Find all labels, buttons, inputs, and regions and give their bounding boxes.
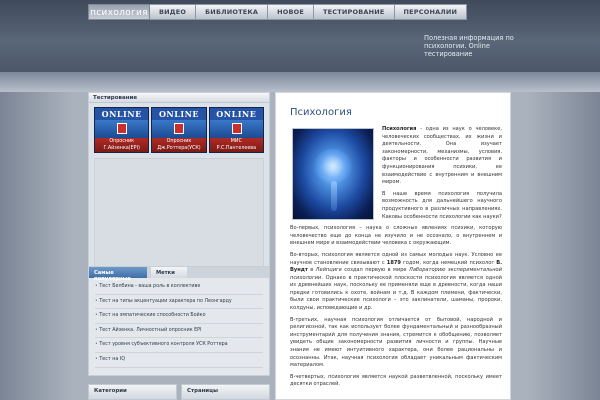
badge-image	[95, 120, 149, 138]
pages-title: Страницы	[181, 384, 270, 400]
page-body: Тестирование ONLINE Опросник Г.Айзенка(E…	[0, 92, 600, 400]
list-item[interactable]: Тест на IQ	[95, 353, 263, 368]
paragraph-text: в	[307, 267, 316, 274]
test-badges: ONLINE Опросник Г.Айзенка(EPI) ONLINE Оп…	[89, 103, 269, 156]
nav-new[interactable]: НОВОЕ	[268, 4, 314, 20]
tab-tags[interactable]: Метки	[151, 267, 187, 278]
badge-eysenck[interactable]: ONLINE Опросник Г.Айзенка(EPI)	[94, 107, 150, 153]
badge-rotter[interactable]: ONLINE Опросник Дж.Роттера(УСК)	[151, 107, 207, 153]
paragraph-text: годом, когда немецкий психолог	[400, 259, 497, 266]
tab-bar: Самые популярные Метки	[89, 267, 269, 282]
list-item[interactable]: Тест Белбина - ваша роль в коллективе	[95, 280, 263, 295]
paragraph-5: В-третьих, научная психология отличается…	[290, 316, 502, 369]
article-title: Психология	[290, 107, 352, 118]
brain-image	[292, 128, 374, 220]
paragraph-6: В-четвертых, психология является наукой …	[290, 373, 502, 388]
site-logo[interactable]: психология	[88, 4, 150, 20]
paragraph-text: . Однако в практической плоскости психол…	[290, 274, 502, 312]
brain-stem	[331, 181, 337, 211]
tab-popular[interactable]: Самые популярные	[89, 267, 147, 282]
list-item[interactable]: Тест уровня субъективного контроля УСК Р…	[95, 338, 263, 353]
nav-persons[interactable]: ПЕРСОНАЛИИ	[394, 4, 468, 20]
badge-caption-line2: Дж.Роттера(УСК)	[157, 145, 201, 151]
badge-image	[152, 120, 206, 138]
badge-online-label: ONLINE	[95, 108, 149, 120]
badge-online-label: ONLINE	[152, 108, 206, 120]
site-tagline: Полезная информация по психологии. Onlin…	[424, 34, 514, 58]
badge-caption: МИС Р.С.Пантелеева	[209, 138, 263, 152]
popular-list: Тест Белбина - ваша роль в коллективе Те…	[89, 278, 269, 370]
badge-panteleev[interactable]: ONLINE МИС Р.С.Пантелеева	[208, 107, 264, 153]
popular-tabs-box: Самые популярные Метки Тест Белбина - ва…	[88, 266, 270, 376]
badge-online-label: ONLINE	[209, 108, 263, 120]
list-item[interactable]: Тест на эмпатические способности Бойко	[95, 309, 263, 324]
paragraph-3: Во-первых, психология – наука о сложных …	[290, 225, 502, 247]
paragraph-text: - одна из наук о человеке, человеческих …	[382, 126, 502, 186]
testing-panel-area	[94, 158, 264, 274]
site-header: психология ВИДЕО БИБЛИОТЕКА НОВОЕ ТЕСТИР…	[0, 0, 600, 92]
nav-testing[interactable]: ТЕСТИРОВАНИЕ	[313, 4, 395, 20]
main-nav: психология ВИДЕО БИБЛИОТЕКА НОВОЕ ТЕСТИР…	[88, 4, 468, 20]
list-item[interactable]: Тест Айзенка. Личностный опросник EPI	[95, 324, 263, 339]
badge-caption: Опросник Г.Айзенка(EPI)	[95, 138, 149, 152]
sidebar: Тестирование ONLINE Опросник Г.Айзенка(E…	[88, 92, 270, 400]
flag-icon	[231, 123, 242, 134]
flag-icon	[174, 123, 185, 134]
paragraph-text: создал первую в мире	[341, 267, 409, 274]
paragraph-4: Во-вторых, психология является одной из …	[290, 252, 502, 313]
badge-image	[209, 120, 263, 138]
article: Психология Психология - одна из наук о ч…	[275, 92, 511, 400]
testing-panel: Тестирование ONLINE Опросник Г.Айзенка(E…	[88, 92, 270, 274]
city-italic: Лейпциге	[315, 267, 342, 274]
bottom-widgets: Категории Страницы	[88, 384, 270, 400]
badge-caption: Опросник Дж.Роттера(УСК)	[152, 138, 206, 152]
flag-icon	[117, 123, 127, 134]
year-bold: 1879	[386, 259, 401, 266]
categories-title: Категории	[88, 384, 177, 400]
header-band	[0, 72, 600, 92]
badge-caption-line2: Г.Айзенка(EPI)	[103, 145, 140, 151]
list-item[interactable]: Тест на типы акцентуации характера по Ле…	[95, 295, 263, 310]
brain-glow	[313, 149, 353, 183]
badge-caption-line2: Р.С.Пантелеева	[216, 145, 257, 151]
nav-video[interactable]: ВИДЕО	[150, 4, 197, 20]
term-bold: Психология	[382, 126, 417, 132]
testing-panel-title: Тестирование	[89, 93, 269, 103]
nav-library[interactable]: БИБЛИОТЕКА	[196, 4, 269, 20]
